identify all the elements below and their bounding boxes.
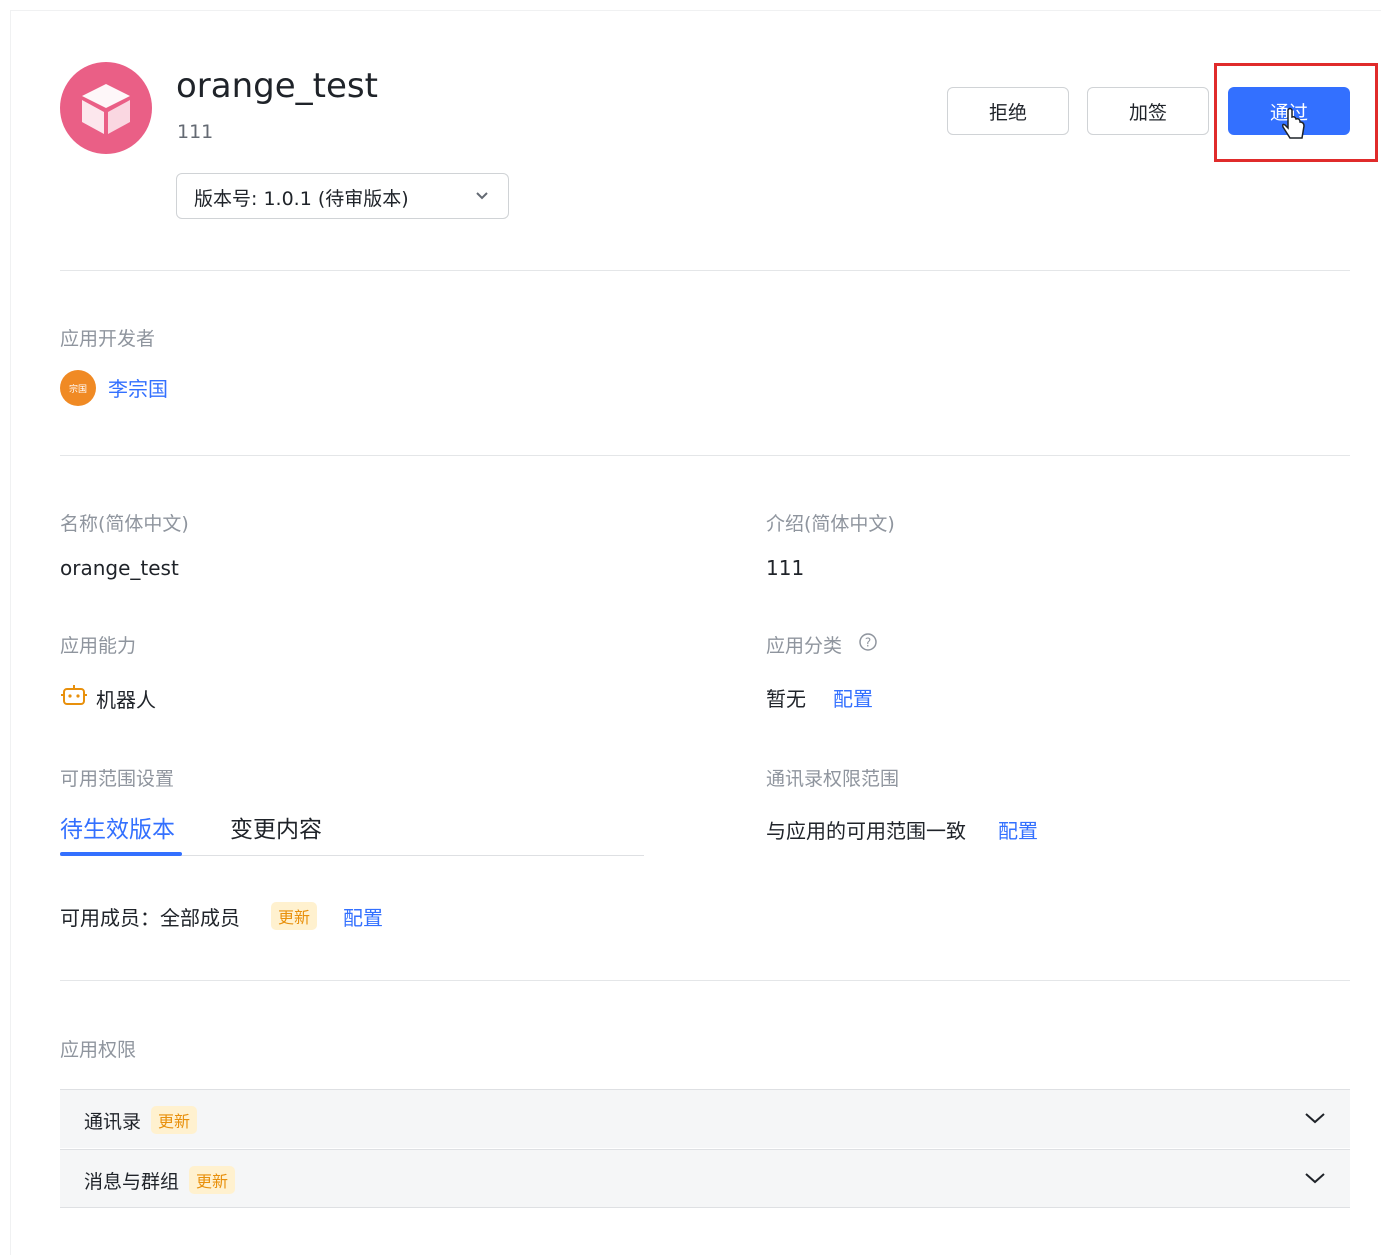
chevron-down-icon xyxy=(1305,1113,1325,1124)
contacts-scope-config-link[interactable]: 配置 xyxy=(998,815,1038,844)
divider xyxy=(60,455,1350,456)
scope-label: 可用范围设置 xyxy=(60,768,175,790)
available-members: 可用成员：全部成员 xyxy=(60,906,240,930)
update-badge: 更新 xyxy=(271,902,318,930)
tab-active-indicator xyxy=(60,852,182,856)
permissions-label: 应用权限 xyxy=(60,1039,137,1061)
app-icon xyxy=(60,62,152,154)
chevron-down-icon xyxy=(476,192,488,200)
members-config-link[interactable]: 配置 xyxy=(343,902,383,931)
app-description: 111 xyxy=(177,121,214,143)
chevron-down-icon xyxy=(1305,1173,1325,1184)
cube-icon xyxy=(82,84,130,134)
permission-name: 消息与群组 xyxy=(84,1170,180,1193)
intro-label: 介绍(简体中文) xyxy=(766,513,895,535)
add-sign-button[interactable]: 加签 xyxy=(1087,87,1209,135)
intro-value: 111 xyxy=(766,556,805,580)
category-label: 应用分类 xyxy=(766,635,843,657)
contacts-scope-label: 通讯录权限范围 xyxy=(766,768,900,790)
capability-label: 应用能力 xyxy=(60,635,137,657)
category-config-link[interactable]: 配置 xyxy=(833,683,873,712)
permission-row-messages[interactable]: 消息与群组 更新 xyxy=(60,1149,1350,1208)
hand-cursor-icon xyxy=(1282,107,1305,139)
robot-icon xyxy=(61,685,87,705)
version-select-label: 版本号: 1.0.1 (待审版本) xyxy=(194,188,409,210)
permission-row-contacts[interactable]: 通讯录 更新 xyxy=(60,1089,1350,1148)
version-select[interactable]: 版本号: 1.0.1 (待审版本) xyxy=(176,173,509,219)
app-name: orange_test xyxy=(176,66,378,106)
update-badge: 更新 xyxy=(189,1166,236,1194)
tab-pending-version[interactable]: 待生效版本 xyxy=(60,810,175,844)
category-value: 暂无 xyxy=(766,687,806,711)
developer-name-link[interactable]: 李宗国 xyxy=(108,373,168,402)
divider xyxy=(60,270,1350,271)
capability-value: 机器人 xyxy=(96,688,156,712)
svg-text:?: ? xyxy=(865,636,871,650)
permission-name: 通讯录 xyxy=(84,1110,142,1133)
update-badge: 更新 xyxy=(151,1106,198,1134)
name-value: orange_test xyxy=(60,556,179,580)
reject-button[interactable]: 拒绝 xyxy=(947,87,1069,135)
help-circle-icon[interactable]: ? xyxy=(858,632,878,652)
divider xyxy=(60,980,1350,981)
contacts-scope-value: 与应用的可用范围一致 xyxy=(766,819,966,843)
avatar: 宗国 xyxy=(60,370,96,406)
tab-changes[interactable]: 变更内容 xyxy=(230,810,322,844)
developer-label: 应用开发者 xyxy=(60,328,156,350)
name-label: 名称(简体中文) xyxy=(60,513,189,535)
